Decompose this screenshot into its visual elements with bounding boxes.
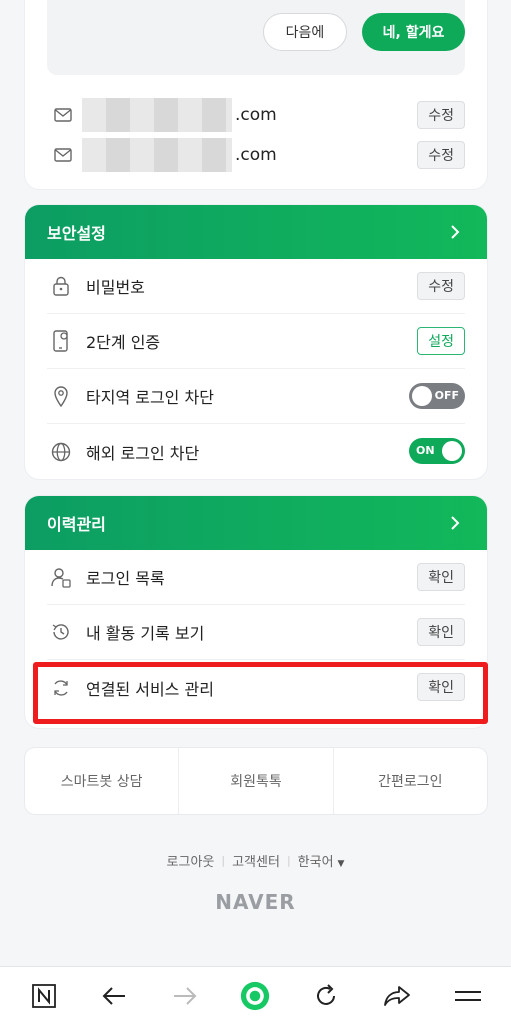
redacted-email (82, 138, 232, 172)
user-list-icon (50, 566, 72, 588)
language-select[interactable]: 한국어 ▼ (298, 851, 345, 870)
security-item-password: 비밀번호 수정 (47, 259, 465, 314)
quick-link-talk[interactable]: 회원톡톡 (179, 748, 334, 814)
location-pin-icon (50, 385, 72, 407)
toggle-state: ON (416, 444, 435, 457)
separator: | (286, 854, 291, 867)
menu-icon[interactable] (453, 981, 483, 1011)
globe-icon (50, 441, 72, 463)
confirm-prompt: 다음에 네, 할게요 (47, 0, 465, 75)
toggle-knob (442, 441, 462, 461)
lock-icon (50, 275, 72, 297)
overseas-block-toggle[interactable]: ON (409, 438, 465, 464)
share-icon[interactable] (382, 981, 412, 1011)
chevron-right-icon (451, 225, 460, 239)
history-title: 이력관리 (47, 515, 106, 534)
language-label: 한국어 (297, 855, 334, 870)
view-login-list-button[interactable]: 확인 (417, 563, 465, 591)
security-item-label: 타지역 로그인 차단 (86, 388, 214, 407)
quick-link-easy-login[interactable]: 간편로그인 (334, 748, 487, 814)
phone-shield-icon (50, 330, 72, 352)
email-domain: .com (235, 105, 277, 125)
forward-arrow-icon[interactable] (170, 981, 200, 1011)
security-item-label: 해외 로그인 차단 (86, 443, 200, 463)
edit-email-button[interactable]: 수정 (417, 101, 465, 129)
email-row: .com 수정 (47, 135, 465, 175)
home-n-icon[interactable] (29, 981, 59, 1011)
edit-email-button[interactable]: 수정 (417, 141, 465, 169)
refresh-icon[interactable] (311, 981, 341, 1011)
email-card: 다음에 네, 할게요 .com 수정 .com 수정 (25, 0, 487, 189)
email-domain: .com (235, 145, 277, 165)
email-row: .com 수정 (47, 95, 465, 135)
history-item-login-list: 로그인 목록 확인 (47, 550, 465, 605)
highlight-box (33, 662, 488, 724)
help-center-link[interactable]: 고객센터 (232, 851, 280, 870)
history-header[interactable]: 이력관리 (25, 496, 487, 550)
security-item-overseas-block: 해외 로그인 차단 ON (47, 424, 465, 479)
security-item-region-block: 타지역 로그인 차단 OFF (47, 369, 465, 424)
toggle-knob (412, 386, 432, 406)
browser-toolbar (0, 966, 511, 1024)
edit-password-button[interactable]: 수정 (417, 272, 465, 300)
security-item-2fa: 2단계 인증 설정 (47, 314, 465, 369)
yes-button[interactable]: 네, 할게요 (362, 13, 465, 51)
footer-links: 로그아웃 | 고객센터 | 한국어 ▼ (0, 851, 511, 870)
mail-icon (54, 108, 72, 122)
security-title: 보안설정 (47, 224, 106, 243)
setup-2fa-button[interactable]: 설정 (417, 327, 465, 355)
history-item-label: 로그인 목록 (86, 569, 165, 588)
redacted-email (82, 98, 232, 132)
toggle-state: OFF (434, 389, 459, 402)
green-dot-icon[interactable] (240, 981, 270, 1011)
caret-down-icon: ▼ (337, 859, 345, 869)
security-item-label: 2단계 인증 (86, 333, 161, 352)
chevron-right-icon (451, 516, 460, 530)
separator: | (221, 854, 226, 867)
security-card: 보안설정 비밀번호 수정 2단계 인증 설정 타지역 로그인 차단 OFF 해외… (25, 205, 487, 479)
back-arrow-icon[interactable] (99, 981, 129, 1011)
security-header[interactable]: 보안설정 (25, 205, 487, 259)
logout-link[interactable]: 로그아웃 (167, 851, 215, 870)
region-block-toggle[interactable]: OFF (409, 383, 465, 409)
view-activity-button[interactable]: 확인 (417, 618, 465, 646)
history-item-activity: 내 활동 기록 보기 확인 (47, 605, 465, 660)
naver-logo: NAVER (215, 890, 296, 914)
mail-icon (54, 148, 72, 162)
quick-link-chatbot[interactable]: 스마트봇 상담 (25, 748, 180, 814)
history-clock-icon (50, 621, 72, 643)
history-item-label: 내 활동 기록 보기 (86, 624, 205, 643)
later-button[interactable]: 다음에 (263, 13, 347, 51)
security-item-label: 비밀번호 (86, 278, 145, 297)
quick-links: 스마트봇 상담 회원톡톡 간편로그인 (25, 748, 487, 814)
